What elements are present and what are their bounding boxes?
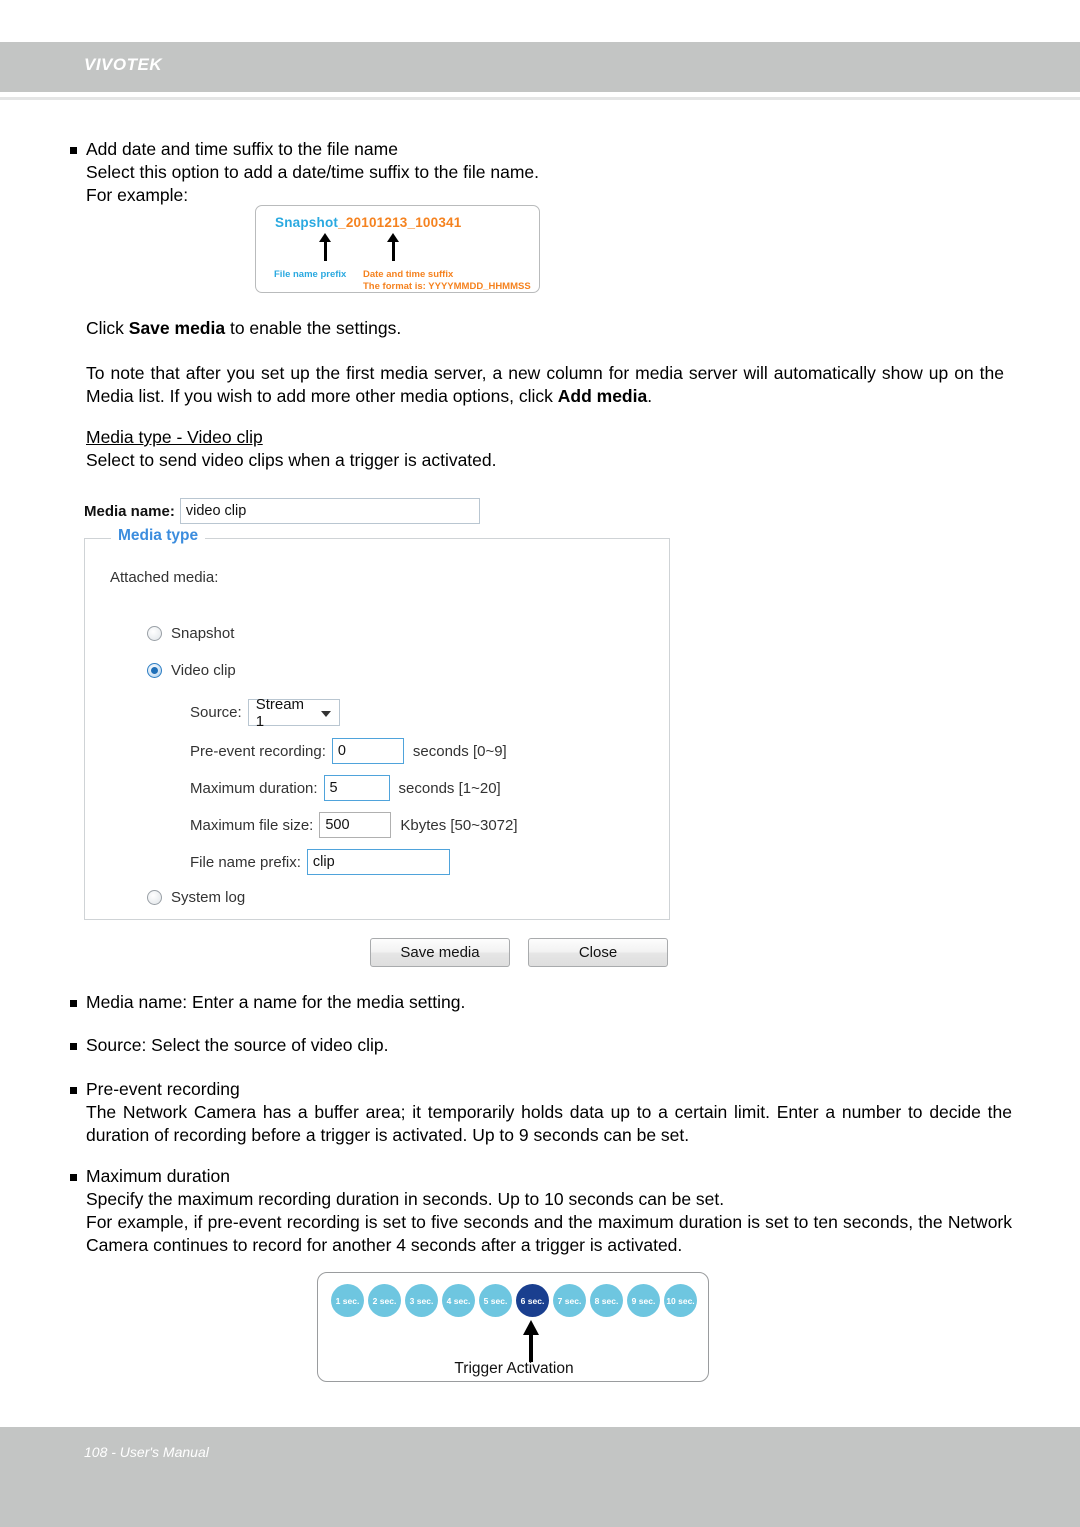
media-name-label: Media name: — [84, 502, 175, 520]
pre-event-recording-label: Pre-event recording: — [190, 742, 326, 760]
snapshot-filename-example: Snapshot_20101213_100341 File name prefi… — [255, 205, 540, 293]
bullet-pre-event-recording: Pre-event recording The Network Camera h… — [70, 1078, 1012, 1147]
maximum-duration-units: seconds [1~20] — [398, 779, 501, 797]
bullet-line-2: For example: — [86, 185, 189, 205]
bullet-marker — [70, 1174, 77, 1181]
trigger-activation-diagram: 1 sec. 2 sec. 3 sec. 4 sec. 5 sec. 6 sec. 7 se… — [317, 1272, 709, 1382]
media-type-legend: Media type — [111, 527, 206, 545]
section-heading: Media type - Video clip — [86, 427, 263, 447]
radio-snapshot-label: Snapshot — [171, 625, 235, 642]
radio-option-snapshot[interactable]: Snapshot — [147, 625, 234, 642]
page-header: VIVOTEK — [0, 42, 1080, 92]
trigger-activation-caption: Trigger Activation — [454, 1360, 574, 1377]
paragraph-click-save-media: Click Save media to enable the settings. — [86, 317, 986, 340]
label-date-time-suffix: Date and time suffix — [363, 269, 454, 280]
bullet-media-name: Media name: Enter a name for the media s… — [70, 991, 1020, 1014]
bullet-media-name-text: Media name: Enter a name for the media s… — [86, 992, 466, 1012]
dialog-button-row: Save media Close — [370, 938, 686, 967]
note-bold: Add media — [557, 386, 648, 406]
radio-snapshot-icon[interactable] — [147, 626, 162, 641]
source-row: Source: Stream 1 — [190, 696, 340, 730]
timeline-circle-9: 9 sec. — [627, 1284, 660, 1317]
close-button[interactable]: Close — [528, 938, 668, 967]
timeline-circle-2: 2 sec. — [368, 1284, 401, 1317]
maximum-duration-input[interactable] — [323, 775, 390, 801]
vivotek-logo: VIVOTEK — [84, 55, 163, 74]
timeline-circle-3: 3 sec. — [405, 1284, 438, 1317]
pre-event-recording-input[interactable] — [331, 738, 404, 764]
bullet-maximum-duration: Maximum duration Specify the maximum rec… — [70, 1165, 1012, 1257]
bullet-line-1: Select this option to add a date/time su… — [86, 162, 540, 182]
timeline-circle-4: 4 sec. — [442, 1284, 475, 1317]
label-format: The format is: YYYYMMDD_HHMMSS — [363, 281, 531, 292]
bullet-title: Add date and time suffix to the file nam… — [86, 139, 398, 159]
bullet-source: Source: Select the source of video clip. — [70, 1034, 1020, 1057]
click-save-post: to enable the settings. — [225, 318, 402, 338]
media-type-fieldset: Media type Attached media: Snapshot Vide… — [84, 527, 670, 920]
maximum-file-size-label: Maximum file size: — [190, 816, 314, 834]
example-filename-suffix: _20101213_100341 — [338, 215, 462, 230]
section-description: Select to send video clips when a trigge… — [86, 450, 497, 470]
bullet-marker — [70, 147, 77, 154]
radio-system-log-label: System log — [171, 889, 246, 906]
pre-event-recording-units: seconds [0~9] — [412, 742, 507, 760]
media-name-input[interactable] — [179, 498, 480, 524]
pre-event-recording-row: Pre-event recording: seconds [0~9] — [190, 738, 507, 764]
example-filename-prefix: Snapshot — [275, 215, 339, 230]
timeline-seconds-row: 1 sec. 2 sec. 3 sec. 4 sec. 5 sec. 6 sec. 7 se… — [331, 1284, 701, 1317]
media-name-row: Media name: — [84, 498, 680, 524]
example-filename: Snapshot_20101213_100341 — [275, 215, 461, 230]
timeline-circle-8: 8 sec. — [590, 1284, 623, 1317]
arrow-up-icon-prefix — [318, 233, 332, 261]
bullet-maximum-duration-title: Maximum duration — [86, 1166, 230, 1186]
click-save-pre: Click — [86, 318, 129, 338]
file-name-prefix-input[interactable] — [306, 849, 450, 875]
maximum-file-size-row: Maximum file size: Kbytes [50~3072] — [190, 812, 518, 838]
note-pre: To note that after you set up the first … — [86, 363, 1004, 406]
maximum-file-size-input[interactable] — [319, 812, 392, 838]
media-settings-dialog: Media name: Media type Attached media: S… — [80, 498, 680, 967]
file-name-prefix-label: File name prefix: — [190, 853, 301, 871]
bullet-marker — [70, 1087, 77, 1094]
radio-option-video-clip[interactable]: Video clip — [147, 662, 236, 679]
source-label: Source: — [190, 704, 242, 721]
bullet-add-date-suffix: Add date and time suffix to the file nam… — [70, 138, 970, 207]
timeline-circle-1: 1 sec. — [331, 1284, 364, 1317]
attached-media-label: Attached media: — [110, 569, 219, 586]
bullet-pre-event-body: The Network Camera has a buffer area; it… — [86, 1102, 1012, 1145]
timeline-circle-6: 6 sec. — [516, 1284, 549, 1317]
maximum-duration-label: Maximum duration: — [190, 779, 318, 797]
bullet-marker — [70, 1000, 77, 1007]
bullet-marker — [70, 1043, 77, 1050]
radio-option-system-log[interactable]: System log — [147, 889, 245, 906]
label-file-name-prefix: File name prefix — [274, 269, 347, 280]
page-footer: 108 - User's Manual — [0, 1427, 1080, 1527]
paragraph-media-server-note: To note that after you set up the first … — [86, 362, 1004, 408]
radio-system-log-icon[interactable] — [147, 890, 162, 905]
bullet-maximum-duration-line-1: Specify the maximum recording duration i… — [86, 1189, 725, 1209]
radio-video-clip-label: Video clip — [171, 662, 236, 679]
source-select[interactable]: Stream 1 — [247, 696, 340, 730]
page-number-label: 108 - User's Manual — [84, 1444, 209, 1460]
file-name-prefix-row: File name prefix: — [190, 849, 450, 875]
source-select-value: Stream 1 — [255, 695, 305, 730]
note-post: . — [647, 386, 653, 406]
radio-video-clip-icon[interactable] — [147, 663, 162, 678]
section-media-type-video-clip: Media type - Video clip Select to send v… — [86, 426, 986, 472]
click-save-bold: Save media — [128, 318, 226, 338]
timeline-circle-5: 5 sec. — [479, 1284, 512, 1317]
maximum-file-size-units: Kbytes [50~3072] — [400, 816, 518, 834]
bullet-maximum-duration-line-2: For example, if pre-event recording is s… — [86, 1212, 1012, 1255]
timeline-circle-7: 7 sec. — [553, 1284, 586, 1317]
bullet-source-text: Source: Select the source of video clip. — [86, 1035, 389, 1055]
save-media-button[interactable]: Save media — [370, 938, 510, 967]
arrow-up-icon-trigger — [521, 1320, 541, 1362]
header-divider — [0, 97, 1080, 100]
chevron-down-icon — [320, 711, 331, 717]
bullet-pre-event-title: Pre-event recording — [86, 1079, 240, 1099]
timeline-circle-10: 10 sec. — [664, 1284, 697, 1317]
arrow-up-icon-suffix — [386, 233, 400, 261]
maximum-duration-row: Maximum duration: seconds [1~20] — [190, 775, 501, 801]
